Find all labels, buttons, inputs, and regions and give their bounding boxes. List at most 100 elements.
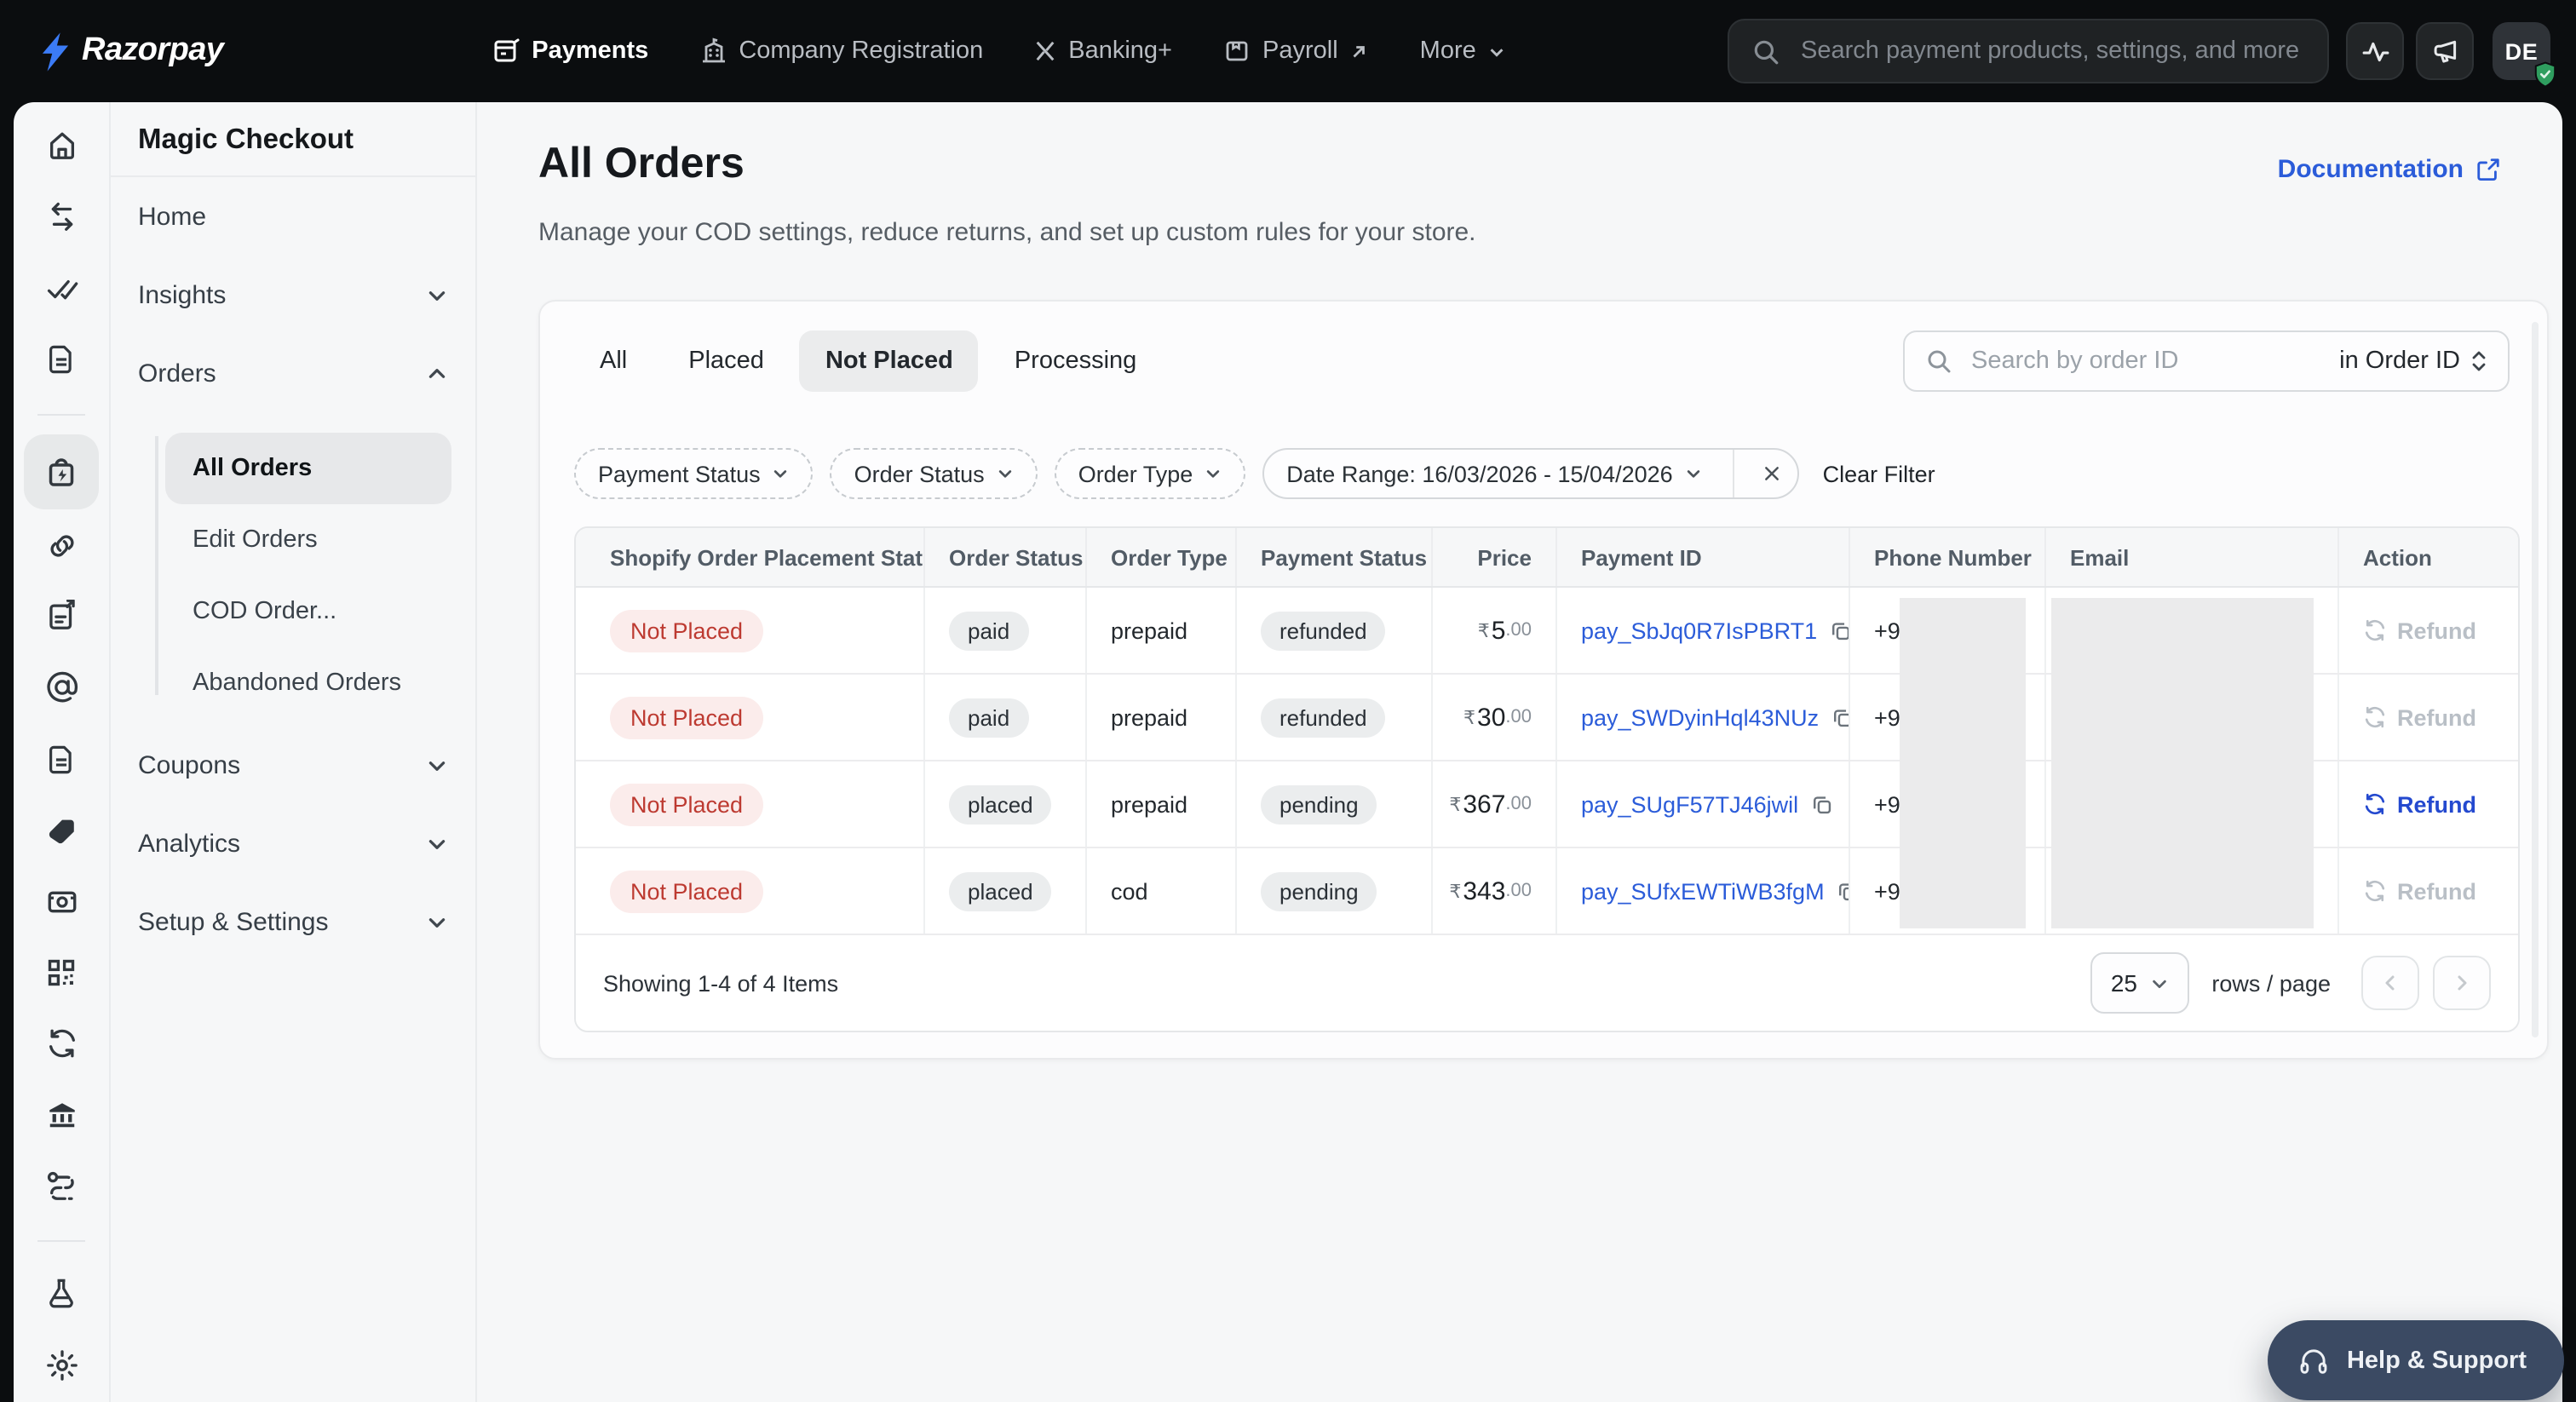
copy-icon[interactable] [1810,793,1832,815]
payment-id-cell: pay_SUfxEWTiWB3fgM [1555,848,1849,934]
filter-order-status[interactable]: Order Status [830,448,1038,499]
test-mode-icon[interactable] [27,1260,95,1328]
activity-button[interactable] [2346,22,2404,80]
payment-links-icon[interactable] [27,511,95,579]
sidebar-item-abandoned-orders[interactable]: Abandoned Orders [165,647,475,719]
home-icon[interactable] [27,112,95,181]
sort-updown-icon [2472,351,2486,371]
tab-all[interactable]: All [574,330,653,392]
payment-id-link[interactable]: pay_SUfxEWTiWB3fgM [1581,878,1849,904]
nav-item-banking[interactable]: Banking+ [1034,37,1172,65]
prev-page-button[interactable] [2361,956,2419,1010]
settings-gear-icon[interactable] [27,1330,95,1399]
price-dec: .00 [1505,794,1532,814]
nav-item-more[interactable]: More [1420,37,1507,65]
invoices-icon[interactable] [27,583,95,651]
refund-label: Refund [2397,791,2476,817]
tab-not-placed[interactable]: Not Placed [799,330,979,392]
route-icon[interactable] [27,1152,95,1221]
clear-date-filter-button[interactable] [1746,450,1797,497]
filter-date-range[interactable]: Date Range: 16/03/2026 - 15/04/2026 [1262,448,1799,499]
nav-item-payroll[interactable]: Payroll [1223,37,1369,65]
help-support-button[interactable]: Help & Support [2268,1320,2564,1400]
mentions-icon[interactable] [27,654,95,722]
sidebar-item-setup-settings[interactable]: Setup & Settings [114,882,472,961]
order-search-input[interactable] [1968,346,2326,376]
payment-id-link[interactable]: pay_SUgF57TJ46jwil [1581,791,1832,817]
status-badge: refunded [1261,698,1386,737]
brand-wordmark: Razorpay [82,32,224,68]
offers-icon[interactable] [27,796,95,865]
sidebar-menu: Magic Checkout Home Insights Orders All … [111,102,477,1402]
subscriptions-icon[interactable] [27,1010,95,1078]
refund-button[interactable]: Refund [2363,878,2476,904]
chip-label: Order Status [854,461,985,486]
documents-icon[interactable] [27,725,95,793]
copy-icon[interactable] [1837,880,1849,902]
placement-status-cell: Not Placed [576,848,923,934]
qr-code-icon[interactable] [27,939,95,1007]
user-avatar[interactable]: DE [2493,22,2556,88]
date-range-value[interactable]: Date Range: 16/03/2026 - 15/04/2026 [1264,450,1720,497]
sidebar-item-label: Analytics [138,829,241,858]
sidebar-item-analytics[interactable]: Analytics [114,804,472,882]
top-navbar: Razorpay Payments Company Registration B… [0,0,2576,102]
refund-button[interactable]: Refund [2363,791,2476,817]
payment-id-cell: pay_SbJq0R7IsPBRT1 [1555,588,1849,673]
global-search-input[interactable] [1797,36,2327,66]
sidebar-title: Magic Checkout [111,102,475,177]
megaphone-icon [2433,39,2456,62]
sidebar-item-label: Orders [138,359,216,388]
payment-id-link[interactable]: pay_SWDyinHql43NUz [1581,704,1849,730]
status-badge: refunded [1261,611,1386,650]
sidebar-item-coupons[interactable]: Coupons [114,726,472,804]
rail-divider [37,414,85,417]
tab-placed[interactable]: Placed [663,330,790,392]
global-search[interactable] [1728,19,2329,83]
rail-divider [37,1240,85,1243]
nav-item-company-registration[interactable]: Company Registration [699,37,983,65]
main-content: All Orders Manage your COD settings, red… [477,102,2562,1402]
sidebar-item-label: Home [138,202,207,231]
double-check-icon[interactable] [27,255,95,323]
payment-id-link[interactable]: pay_SbJq0R7IsPBRT1 [1581,618,1849,643]
sidebar-item-cod-order[interactable]: COD Order... [165,576,475,647]
filter-order-type[interactable]: Order Type [1054,448,1246,499]
chevron-up-icon [428,368,446,377]
tab-processing[interactable]: Processing [989,330,1162,392]
reports-icon[interactable] [27,326,95,394]
avatar-initials: DE [2504,38,2539,64]
placement-status-cell: Not Placed [576,588,923,673]
search-scope-selector[interactable]: in Order ID [2339,348,2487,375]
sidebar-item-edit-orders[interactable]: Edit Orders [165,504,475,576]
sidebar-item-insights[interactable]: Insights [114,256,472,334]
documentation-link[interactable]: Documentation [2278,155,2501,184]
chip-divider [1732,450,1734,497]
price-dec: .00 [1505,881,1532,901]
magic-checkout-icon[interactable] [24,434,99,510]
filter-payment-status[interactable]: Payment Status [574,448,814,499]
card-icon[interactable] [27,868,95,936]
sidebar-item-orders[interactable]: Orders [114,334,472,412]
razorpay-brand[interactable]: Razorpay [41,32,224,71]
sidebar-item-label: COD Order... [193,598,337,625]
refund-button[interactable]: Refund [2363,618,2476,643]
nav-item-payments[interactable]: Payments [492,37,648,65]
sidebar-item-label: Setup & Settings [138,907,329,936]
clear-filter-button[interactable]: Clear Filter [1823,461,1935,486]
sidebar-item-all-orders[interactable]: All Orders [165,433,451,504]
copy-icon[interactable] [1831,706,1849,728]
bank-icon[interactable] [27,1082,95,1150]
transactions-icon[interactable] [27,184,95,252]
page-size-select[interactable]: 25 [2090,952,2190,1014]
announcements-button[interactable] [2416,22,2474,80]
refund-button[interactable]: Refund [2363,704,2476,730]
next-page-button[interactable] [2433,956,2491,1010]
external-arrow-icon [1354,45,1366,57]
sidebar-item-home[interactable]: Home [114,177,472,256]
status-tabs: All Placed Not Placed Processing [574,330,1162,392]
sidebar-item-label: Insights [138,280,227,309]
price-cell: ₹30.00 [1431,675,1555,760]
copy-icon[interactable] [1829,619,1849,641]
payment-id: pay_SWDyinHql43NUz [1581,704,1820,730]
